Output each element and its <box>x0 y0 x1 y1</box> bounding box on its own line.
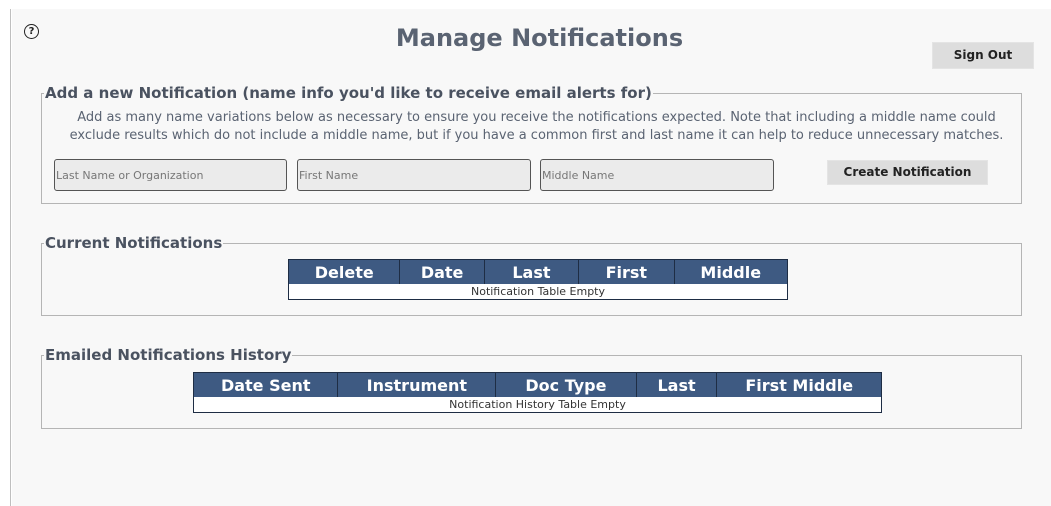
first-name-input[interactable] <box>297 159 531 191</box>
column-header-last[interactable]: Last <box>636 372 718 397</box>
column-header-last[interactable]: Last <box>484 259 580 284</box>
instructions-line-1: Add as many name variations below as nec… <box>77 110 996 125</box>
column-header-doc-type[interactable]: Doc Type <box>495 372 637 397</box>
add-instructions: Add as many name variations below as nec… <box>41 109 1032 145</box>
sign-out-button[interactable]: Sign Out <box>932 42 1034 69</box>
column-header-date-sent[interactable]: Date Sent <box>193 372 339 397</box>
column-header-delete[interactable]: Delete <box>288 259 401 284</box>
empty-table-message: Notification Table Empty <box>288 284 788 300</box>
notification-history-table: Date Sent Instrument Doc Type Last First… <box>193 372 882 413</box>
current-notifications-table: Delete Date Last First Middle Notificati… <box>288 259 788 300</box>
empty-table-message: Notification History Table Empty <box>193 397 882 413</box>
current-notifications-legend: Current Notifications <box>45 234 223 252</box>
instructions-line-2: exclude results which do not include a m… <box>69 128 1004 143</box>
page-title: Manage Notifications <box>395 24 684 52</box>
middle-name-input[interactable] <box>540 159 774 191</box>
left-edge-divider <box>10 9 11 506</box>
last-name-input[interactable] <box>54 159 287 191</box>
column-header-date[interactable]: Date <box>399 259 485 284</box>
add-notification-legend: Add a new Notification (name info you'd … <box>45 84 652 102</box>
column-header-first[interactable]: First <box>578 259 675 284</box>
column-header-middle[interactable]: Middle <box>674 259 788 284</box>
create-notification-button[interactable]: Create Notification <box>827 160 988 185</box>
column-header-first-middle[interactable]: First Middle <box>716 372 882 397</box>
emailed-history-legend: Emailed Notifications History <box>45 346 292 364</box>
column-header-instrument[interactable]: Instrument <box>337 372 497 397</box>
